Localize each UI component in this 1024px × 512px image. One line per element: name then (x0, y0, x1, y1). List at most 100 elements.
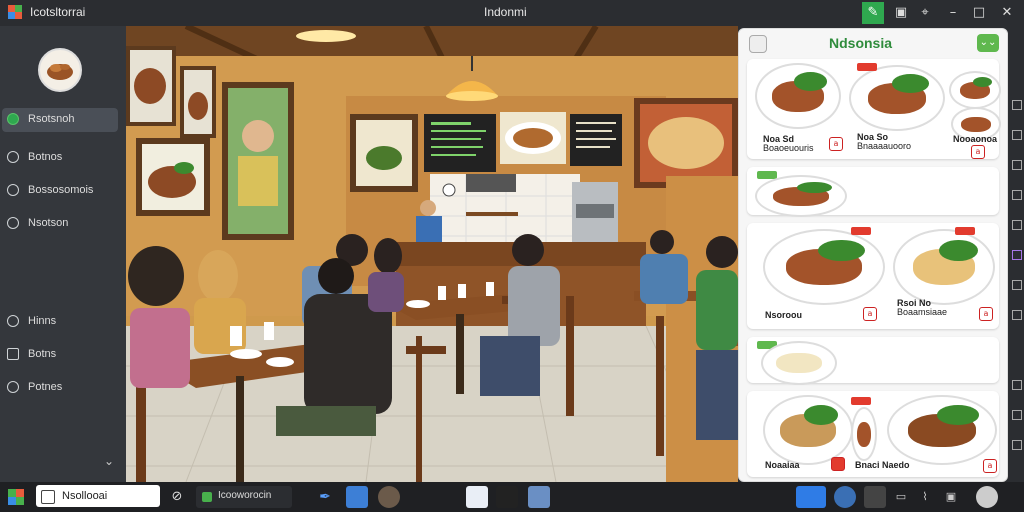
circle-icon (7, 217, 19, 229)
window-title: Indonmi (484, 5, 527, 19)
sidebar-item-2[interactable]: Bossosomois (2, 179, 118, 203)
settings-icon[interactable] (834, 486, 856, 508)
add-button[interactable]: a (983, 459, 997, 473)
search-icon (41, 490, 55, 504)
toolbar-icon[interactable] (1012, 280, 1022, 290)
dish-image (755, 63, 841, 129)
sidebar-item-label: Potnes (28, 381, 63, 393)
start-icon[interactable] (6, 487, 26, 507)
explorer-icon[interactable] (346, 486, 368, 508)
minimize-button[interactable]: – (942, 2, 964, 24)
price-tag (851, 227, 871, 235)
sidebar-item-label: Hinns (28, 315, 57, 327)
title-bar: Icotsltorrai Indonmi ✎ ▣ ⌖ – □ ✕ (0, 0, 1024, 26)
sidebar-item-label: Botns (28, 348, 57, 360)
battery-icon[interactable]: ⌇ (914, 486, 936, 508)
dish-image (949, 71, 1001, 109)
store-icon[interactable] (528, 486, 550, 508)
sidebar-item-3[interactable]: Nsotson (2, 212, 118, 236)
dish-caption: Nooaonoa (953, 134, 997, 144)
menu-card-1[interactable] (747, 167, 999, 217)
maximize-button[interactable]: □ (968, 2, 990, 24)
notifications-icon[interactable]: ▣ (940, 486, 962, 508)
dish-image (755, 175, 847, 217)
dish-caption: Noa So Bnaaaauooro (857, 132, 912, 151)
circle-icon (7, 315, 19, 327)
game-icon[interactable] (496, 486, 518, 508)
sidebar-item-5[interactable]: Botns (2, 343, 118, 367)
dish-image (851, 407, 877, 461)
sidebar-item-0[interactable]: Rsotsnoh (2, 108, 118, 132)
user-avatar-icon[interactable] (976, 486, 998, 508)
home-icon[interactable] (749, 35, 767, 53)
toolbar-icon[interactable] (1012, 380, 1022, 390)
dish-image (763, 229, 885, 305)
food-avatar-icon (47, 64, 73, 80)
app-name: Icotsltorrai (30, 5, 86, 19)
circle-icon (7, 151, 19, 163)
add-button[interactable]: a (829, 137, 843, 151)
dish-image (849, 65, 945, 131)
toolbar-icon[interactable] (1012, 220, 1022, 230)
volume-icon[interactable]: ▭ (890, 486, 912, 508)
sidebar-item-label: Botnos (28, 151, 63, 163)
bookmark-icon[interactable]: ▣ (890, 2, 912, 24)
app-icon (202, 492, 212, 502)
sidebar-item-label: Rsotsnoh (28, 113, 75, 125)
sidebar-item-6[interactable]: Potnes (2, 376, 118, 400)
collapse-icon[interactable]: ⌄⌄ (977, 34, 999, 52)
chevron-down-icon[interactable]: ⌄ (104, 454, 114, 468)
toolbar-icon[interactable] (1012, 100, 1022, 110)
menu-card-3[interactable] (747, 337, 999, 385)
taskbar-app-button[interactable]: Icooworocin (196, 486, 292, 508)
restaurant-scene-image (126, 26, 738, 482)
sidebar-item-1[interactable]: Botnos (2, 146, 118, 170)
menu-card-4[interactable]: Noaaiaa Bnaci Naedo a (747, 391, 999, 477)
sidebar-item-4[interactable]: Hinns (2, 310, 118, 334)
pen-icon[interactable]: ✒ (314, 486, 336, 508)
pin-icon (7, 381, 19, 393)
dish-caption: Noa Sd Boaoeuouris (763, 134, 814, 153)
add-button[interactable] (831, 457, 845, 471)
grid-icon (7, 348, 19, 360)
add-button[interactable]: a (863, 307, 877, 321)
dish-image (893, 229, 995, 305)
sidebar: Rsotsnoh Botnos Bossosomois Nsotson Hinn… (0, 26, 126, 482)
close-button[interactable]: ✕ (996, 2, 1018, 24)
network-icon[interactable] (796, 486, 826, 508)
taskbar: Nsollooai ⊘ Icooworocin ✒ ▭ ⌇ ▣ (0, 482, 1024, 512)
tray-icon[interactable] (864, 486, 886, 508)
add-button[interactable]: a (979, 307, 993, 321)
dish-caption: Noaaiaa (765, 460, 800, 470)
menu-card-2[interactable]: Nsoroou a Rsoi No Boaamsiaae a (747, 223, 999, 329)
toolbar-icon[interactable] (1012, 130, 1022, 140)
doc-icon[interactable] (466, 486, 488, 508)
circle-icon (7, 184, 19, 196)
panel-title: Ndsonsia (829, 35, 893, 51)
price-tag (955, 227, 975, 235)
task-view-icon[interactable]: ⊘ (166, 486, 188, 508)
sidebar-item-label: Bossosomois (28, 184, 94, 196)
menu-card-0[interactable]: Noa Sd Boaoeuouris a Noa So Bnaaaauooro No… (747, 59, 1001, 159)
toolbar-icon[interactable] (1012, 250, 1022, 260)
pin-icon[interactable]: ⌖ (914, 2, 936, 24)
search-input[interactable]: Nsollooai (36, 485, 160, 507)
dish-caption: Nsoroou (765, 310, 802, 320)
avatar[interactable] (38, 48, 82, 92)
app-logo-icon (8, 5, 22, 19)
price-tag (857, 63, 877, 71)
toolbar-icon[interactable] (1012, 410, 1022, 420)
add-button[interactable]: a (971, 145, 985, 159)
toolbar-icon[interactable] (1012, 440, 1022, 450)
dish-caption: Bnaci Naedo (855, 460, 910, 470)
price-tag (851, 397, 871, 405)
sidebar-item-label: Nsotson (28, 217, 69, 229)
toolbar-icon[interactable] (1012, 160, 1022, 170)
toolbar-icon[interactable] (1012, 190, 1022, 200)
share-icon[interactable]: ✎ (862, 2, 884, 24)
media-icon[interactable] (378, 486, 400, 508)
dish-caption: Rsoi No Boaamsiaae (897, 298, 948, 317)
toolbar-icon[interactable] (1012, 310, 1022, 320)
dish-image (761, 341, 837, 385)
dish-image (887, 395, 997, 465)
